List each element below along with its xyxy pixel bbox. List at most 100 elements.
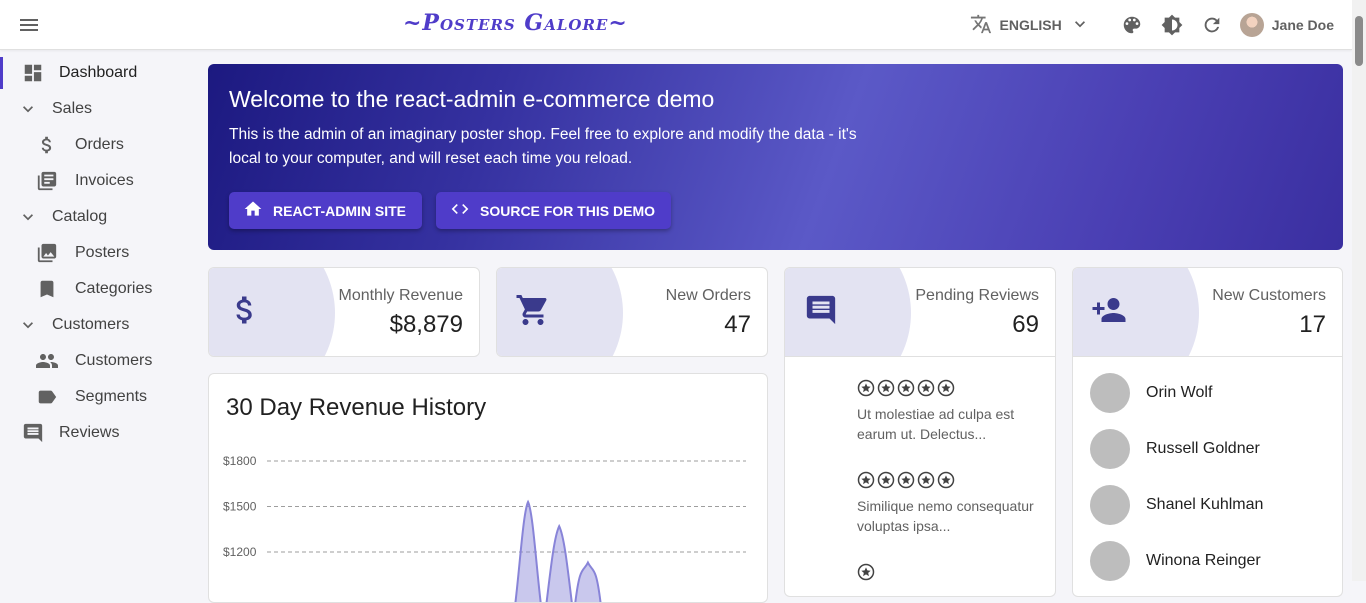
sidebar-item-categories[interactable]: Categories [0, 271, 200, 307]
customer-name: Russell Goldner [1146, 440, 1260, 457]
sidebar-item-customers[interactable]: Customers [0, 343, 200, 379]
scrollbar-thumb[interactable] [1355, 16, 1363, 66]
chevron-down-icon [17, 313, 39, 337]
sidebar-item-label: Catalog [52, 208, 108, 225]
bookmark-icon [35, 277, 59, 301]
person-add-icon [1091, 292, 1127, 328]
list-item[interactable]: Winona Reinger [1090, 541, 1261, 581]
star-icon [937, 471, 955, 494]
sidebar-item-label: Orders [75, 136, 124, 153]
button-label: SOURCE FOR THIS DEMO [480, 202, 656, 219]
star-rating [857, 563, 1043, 586]
star-icon [877, 471, 895, 494]
welcome-title: Welcome to the react-admin e-commerce de… [229, 86, 715, 112]
sidebar: Dashboard Sales Orders Invoices Catalog … [0, 55, 200, 451]
collections-icon [35, 241, 59, 265]
menu-icon[interactable] [17, 13, 41, 37]
customer-name: Shanel Kuhlman [1146, 496, 1264, 513]
brand-logo: ~Posters Galore~ [403, 10, 628, 36]
revenue-peak [574, 560, 602, 602]
review-text: Ut molestiae ad culpa est earum ut. Dele… [857, 406, 1015, 442]
welcome-text: This is the admin of an imaginary poster… [229, 126, 857, 167]
sidebar-group-sales[interactable]: Sales [0, 91, 200, 127]
revenue-chart-card: 30 Day Revenue History $1800 $1500 $1200 [208, 373, 768, 603]
star-icon [877, 379, 895, 402]
sidebar-item-posters[interactable]: Posters [0, 235, 200, 271]
star-icon [917, 379, 935, 402]
chevron-down-icon [1070, 14, 1090, 37]
review-text: Similique nemo consequatur voluptas ipsa… [857, 498, 1034, 534]
sidebar-item-label: Sales [52, 100, 93, 117]
star-rating [857, 379, 1043, 402]
page-scrollbar[interactable] [1352, 0, 1366, 581]
avatar [1239, 13, 1264, 37]
stat-label: Monthly Revenue [338, 287, 463, 304]
avatar [1090, 429, 1130, 469]
language-selector[interactable]: ENGLISH [970, 13, 1090, 38]
pending-reviews-card[interactable]: Pending Reviews 69 [784, 267, 1056, 357]
code-icon [450, 199, 470, 222]
sidebar-item-label: Dashboard [59, 64, 138, 81]
people-icon [35, 349, 59, 373]
stat-value: 47 [724, 311, 751, 338]
welcome-banner: Welcome to the react-admin e-commerce de… [208, 64, 1343, 250]
stat-label: New Orders [665, 287, 751, 304]
sidebar-item-segments[interactable]: Segments [0, 379, 200, 415]
source-for-demo-button[interactable]: SOURCE FOR THIS DEMO [436, 192, 672, 229]
sidebar-item-label: Customers [52, 316, 130, 333]
sidebar-group-customers[interactable]: Customers [0, 307, 200, 343]
refresh-icon[interactable] [1200, 13, 1224, 37]
star-icon [857, 379, 875, 402]
star-icon [917, 471, 935, 494]
avatar [1090, 485, 1130, 525]
dashboard-icon [21, 61, 45, 85]
button-label: REACT-ADMIN SITE [273, 202, 406, 219]
palette-icon[interactable] [1120, 13, 1144, 37]
list-item[interactable] [857, 563, 1043, 588]
sidebar-item-label: Reviews [59, 424, 120, 441]
app-bar: ~Posters Galore~ ENGLISH Jane Doe [0, 0, 1352, 50]
y-tick-label: $1500 [223, 500, 257, 514]
stat-value: $8,879 [389, 311, 463, 338]
dollar-icon [227, 292, 263, 328]
sidebar-item-label: Invoices [75, 172, 134, 189]
label-icon [35, 385, 59, 409]
sidebar-item-label: Categories [75, 280, 153, 297]
customer-name: Orin Wolf [1146, 384, 1213, 401]
revenue-peak [545, 523, 573, 602]
dollar-icon [35, 133, 59, 157]
revenue-chart: $1800 $1500 $1200 [223, 454, 746, 602]
user-name: Jane Doe [1271, 17, 1334, 33]
star-icon [897, 379, 915, 402]
home-icon [243, 199, 263, 222]
sidebar-group-catalog[interactable]: Catalog [0, 199, 200, 235]
list-item[interactable]: Russell Goldner [1090, 429, 1260, 469]
sidebar-item-dashboard[interactable]: Dashboard [0, 55, 200, 91]
sidebar-item-orders[interactable]: Orders [0, 127, 200, 163]
comment-icon [803, 292, 839, 328]
sidebar-item-invoices[interactable]: Invoices [0, 163, 200, 199]
chevron-down-icon [17, 205, 39, 229]
user-menu[interactable]: Jane Doe [1239, 13, 1334, 37]
sidebar-item-label: Posters [75, 244, 130, 261]
new-customers-card[interactable]: New Customers 17 [1072, 267, 1343, 357]
stat-label: New Customers [1212, 287, 1326, 304]
avatar [1090, 373, 1130, 413]
stat-label: Pending Reviews [915, 287, 1039, 304]
new-orders-card[interactable]: New Orders 47 [496, 267, 768, 357]
list-item[interactable]: Similique nemo consequatur voluptas ipsa… [857, 471, 1043, 536]
monthly-revenue-card[interactable]: Monthly Revenue $8,879 [208, 267, 480, 357]
react-admin-site-button[interactable]: REACT-ADMIN SITE [229, 192, 422, 229]
sidebar-item-reviews[interactable]: Reviews [0, 415, 200, 451]
sidebar-item-label: Customers [75, 352, 153, 369]
list-item[interactable]: Ut molestiae ad culpa est earum ut. Dele… [857, 379, 1043, 444]
star-icon [937, 379, 955, 402]
star-icon [897, 471, 915, 494]
list-item[interactable]: Orin Wolf [1090, 373, 1212, 413]
shopping-cart-icon [515, 292, 551, 328]
y-tick-label: $1800 [223, 454, 257, 468]
list-item[interactable]: Shanel Kuhlman [1090, 485, 1263, 525]
brightness-icon[interactable] [1160, 13, 1184, 37]
translate-icon [970, 13, 992, 38]
library-books-icon [35, 169, 59, 193]
